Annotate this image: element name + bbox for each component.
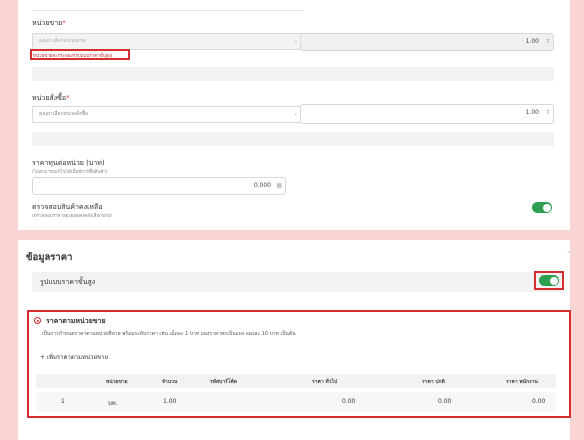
unit-price-radio-label[interactable]: ราคาตามหน่วยขาย xyxy=(46,316,106,327)
product-form-page: หน่วยขาย* คุณยาเลือกหน่วยขาย ⌄ หน่วยขายจ… xyxy=(18,0,572,440)
col-general-price: ราคา ทั่วไป xyxy=(312,379,338,385)
divider xyxy=(32,10,304,11)
order-unit-factor-input[interactable]: 1.00 ⇕ xyxy=(300,104,554,124)
sale-unit-factor-input[interactable]: 1.00 ⇕ xyxy=(300,33,554,51)
sale-unit-label-text: หน่วยขาย xyxy=(32,19,63,27)
col-normal-price: ราคา ปกติ xyxy=(422,379,445,385)
sale-unit-factor-value: 1.00 xyxy=(525,38,539,45)
col-qty: จำนวน xyxy=(162,379,178,385)
sale-unit-label: หน่วยขาย* xyxy=(32,18,66,29)
order-unit-label-text: หน่วยสั่งซื้อ xyxy=(32,94,67,102)
chevron-down-icon: ⌄ xyxy=(293,111,298,117)
required-mark: * xyxy=(66,94,70,102)
order-unit-label: หน่วยสั่งซื้อ* xyxy=(32,93,70,104)
cost-value: 0.000 xyxy=(253,182,271,189)
advanced-price-label: รูปแบบราคาขั้นสูง xyxy=(40,278,96,286)
stock-check-hint: (ตรวจสอบราคาสองยอดคงคลังเลือกขาย) xyxy=(32,214,112,219)
order-unit-placeholder: คุณยาเลือกหน่วยสั่งซื้อ xyxy=(39,111,88,117)
unit-price-radio[interactable] xyxy=(34,317,41,324)
stock-check-toggle[interactable] xyxy=(532,202,552,213)
row-normal-price[interactable]: 0.00 xyxy=(438,398,451,405)
order-unit-factor-value: 1.00 xyxy=(525,109,539,116)
col-sale-unit: หน่วยขาย xyxy=(106,379,128,385)
row-qty[interactable]: 1.00 xyxy=(163,398,176,405)
chevron-down-icon: ⌄ xyxy=(293,38,298,44)
advanced-price-row xyxy=(32,272,562,292)
info-bar xyxy=(32,132,554,146)
sale-unit-select[interactable]: คุณยาเลือกหน่วยขาย ⌄ xyxy=(32,33,304,50)
sale-unit-placeholder: คุณยาเลือกหน่วยขาย xyxy=(39,38,86,44)
row-index: 1 xyxy=(61,398,65,405)
col-staff-price: ราคา พนักงาน xyxy=(506,379,538,385)
row-general-price[interactable]: 0.00 xyxy=(342,398,355,405)
add-unit-price-button[interactable]: + เพิ่มราคาตามหน่วยขาย xyxy=(40,352,108,362)
unit-price-description: เป็นการกำหนดราคาตามหน่วยที่ขาย พร้อมระดั… xyxy=(42,331,296,337)
col-barcode: รหัสบาร์โค้ด xyxy=(210,379,237,385)
cost-input[interactable]: 0.000 ▦ xyxy=(32,177,286,195)
unit-settings-card: หน่วยขาย* คุณยาเลือกหน่วยขาย ⌄ หน่วยขายจ… xyxy=(18,0,570,230)
stepper-icon: ⇕ xyxy=(544,38,550,45)
calculator-icon: ▦ xyxy=(276,182,282,189)
info-bar xyxy=(32,67,554,81)
section-gap xyxy=(18,230,570,240)
row-staff-price[interactable]: 0.00 xyxy=(532,398,545,405)
stepper-icon: ⇕ xyxy=(544,109,550,116)
price-section-title: ข้อมูลราคา xyxy=(26,252,73,263)
required-mark: * xyxy=(62,19,66,27)
sale-unit-error: หน่วยขายจะกระจองกรุปแบบราคาขั้นสูง) xyxy=(33,54,113,59)
cost-hint: (ไม่สามารถแก้ไขได้เมื่อมีการซื้อสินค้า) xyxy=(32,170,108,175)
chevron-up-icon[interactable]: ⌃ xyxy=(566,250,572,258)
order-unit-select[interactable]: คุณยาเลือกหน่วยสั่งซื้อ ⌄ xyxy=(32,106,304,123)
advanced-price-toggle[interactable] xyxy=(539,275,559,286)
row-unit[interactable]: บท. xyxy=(108,398,118,408)
